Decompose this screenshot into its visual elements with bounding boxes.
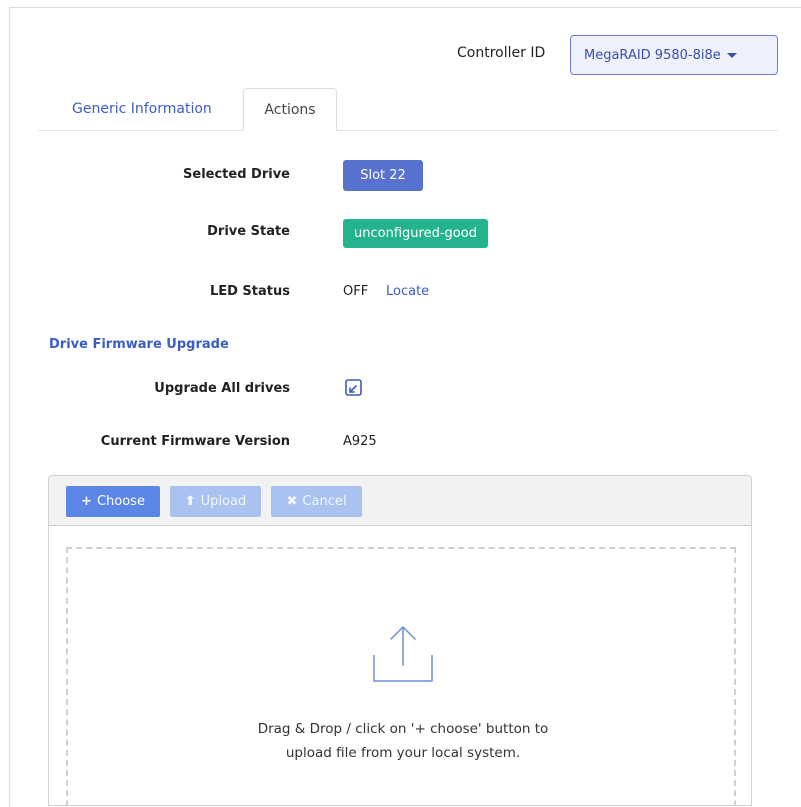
- chevron-down-icon: [726, 53, 737, 58]
- drop-zone-text-line2: upload file from your local system.: [285, 745, 521, 761]
- upload-icon: [373, 626, 433, 682]
- selected-drive-value: Slot 22: [360, 168, 406, 183]
- led-status-value: OFF: [343, 284, 369, 299]
- choose-button[interactable]: + Choose: [66, 486, 160, 517]
- controller-id-value: MegaRAID 9580-8i8e: [584, 47, 721, 63]
- uploader-toolbar: + Choose ⬆ Upload ✖ Cancel: [49, 476, 751, 526]
- tab-generic-information[interactable]: Generic Information: [72, 101, 212, 117]
- drive-state-label: Drive State: [207, 224, 290, 239]
- upload-button[interactable]: ⬆ Upload: [170, 486, 261, 517]
- controller-id-dropdown[interactable]: MegaRAID 9580-8i8e: [570, 35, 778, 75]
- upload-button-label: Upload: [200, 494, 247, 509]
- led-status-label: LED Status: [209, 284, 290, 299]
- controller-id-label: Controller ID: [457, 45, 546, 61]
- file-uploader: + Choose ⬆ Upload ✖ Cancel Drag & Drop /…: [48, 475, 752, 806]
- cancel-button-label: Cancel: [302, 494, 347, 509]
- locate-link[interactable]: Locate: [386, 284, 429, 299]
- current-firmware-version-label: Current Firmware Version: [100, 434, 290, 449]
- external-link-icon[interactable]: [344, 378, 364, 398]
- drop-zone[interactable]: Drag & Drop / click on '+ choose' button…: [66, 547, 738, 805]
- close-icon: ✖: [286, 494, 298, 509]
- tab-actions[interactable]: Actions: [243, 88, 337, 131]
- choose-button-label: Choose: [96, 494, 145, 509]
- upgrade-all-drives-label: Upgrade All drives: [154, 381, 290, 396]
- drive-state-value: unconfigured-good: [354, 226, 477, 241]
- plus-icon: +: [81, 494, 92, 509]
- selected-drive-label: Selected Drive: [183, 167, 290, 182]
- drive-firmware-upgrade-title: Drive Firmware Upgrade: [49, 337, 229, 352]
- upload-small-icon: ⬆: [184, 494, 196, 509]
- current-firmware-version-value: A925: [343, 434, 377, 449]
- drop-zone-instructions: Drag & Drop / click on '+ choose' button…: [68, 717, 738, 765]
- tab-actions-label: Actions: [264, 102, 316, 118]
- drop-zone-text-line1: Drag & Drop / click on '+ choose' button…: [257, 721, 549, 737]
- tabs-divider: [38, 130, 778, 131]
- selected-drive-button[interactable]: Slot 22: [343, 160, 423, 191]
- cancel-button[interactable]: ✖ Cancel: [271, 486, 362, 517]
- drive-state-badge: unconfigured-good: [343, 219, 488, 248]
